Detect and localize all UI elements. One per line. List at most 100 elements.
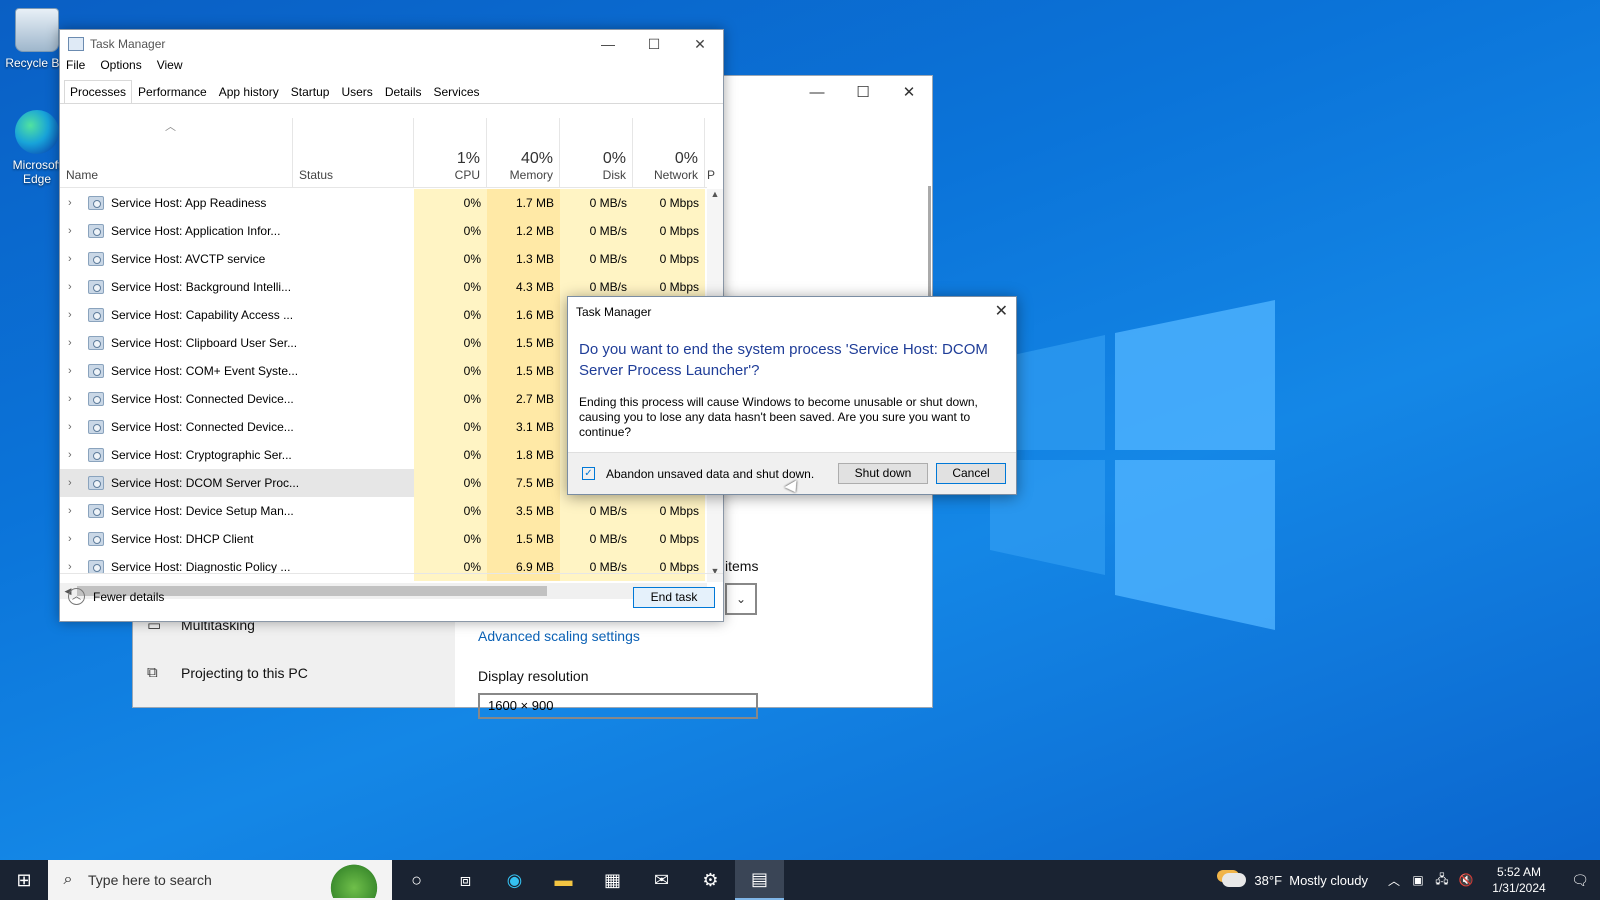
volume-muted-icon[interactable]: 🔇 <box>1454 873 1478 887</box>
close-icon[interactable]: ✕ <box>886 76 932 108</box>
search-icon: ⌕ <box>63 871 73 888</box>
process-row[interactable]: › Service Host: Device Setup Man... 0% 3.5 … <box>60 497 707 525</box>
column-power[interactable]: P <box>705 118 715 188</box>
cancel-button[interactable]: Cancel <box>936 463 1006 484</box>
chevron-right-icon[interactable]: › <box>68 273 72 301</box>
memory-cell: 1.5 MB <box>487 329 560 357</box>
memory-cell: 1.6 MB <box>487 301 560 329</box>
column-label: Disk <box>602 168 626 182</box>
memory-cell: 1.2 MB <box>487 217 560 245</box>
process-row[interactable]: › Service Host: AVCTP service 0% 1.3 MB 0 MB… <box>60 245 707 273</box>
search-box[interactable]: ⌕ Type here to search <box>48 860 392 900</box>
tab-app-history[interactable]: App history <box>213 80 285 103</box>
close-icon[interactable]: ✕ <box>995 301 1008 321</box>
disk-total: 0% <box>602 150 626 167</box>
chevron-right-icon[interactable]: › <box>68 245 72 273</box>
notification-center-icon[interactable]: 🗨 <box>1560 860 1600 900</box>
process-row[interactable]: › Service Host: Application Infor... 0% 1.2… <box>60 217 707 245</box>
chevron-up-icon[interactable]: ︿ <box>1382 872 1406 889</box>
process-name: Service Host: DCOM Server Proc... <box>111 476 300 490</box>
menu-options[interactable]: Options <box>100 58 141 78</box>
process-name: Service Host: Device Setup Man... <box>111 504 294 518</box>
chevron-right-icon[interactable]: › <box>68 497 72 525</box>
taskbar-apps: ○ ⧈ ◉ ▬ ▦ ✉ ⚙ ▤ <box>392 860 784 900</box>
process-name: Service Host: AVCTP service <box>111 252 266 266</box>
process-name: Service Host: App Readiness <box>111 196 267 210</box>
process-name-cell: › Service Host: Application Infor... <box>60 217 414 245</box>
settings-gear-icon[interactable]: ⚙ <box>686 860 735 900</box>
file-explorer-icon[interactable]: ▬ <box>539 860 588 900</box>
process-name: Service Host: Cryptographic Ser... <box>111 448 292 462</box>
close-icon[interactable]: ✕ <box>677 30 723 58</box>
tab-performance[interactable]: Performance <box>132 80 213 103</box>
column-network[interactable]: 0% Network <box>633 118 705 188</box>
shut-down-button[interactable]: Shut down <box>838 463 928 484</box>
abandon-data-checkbox[interactable]: ✓ <box>582 467 595 480</box>
chevron-right-icon[interactable]: › <box>68 189 72 217</box>
memory-cell: 2.7 MB <box>487 385 560 413</box>
scroll-up-icon[interactable]: ▲ <box>707 189 723 205</box>
chevron-right-icon[interactable]: › <box>68 329 72 357</box>
chevron-right-icon[interactable]: › <box>68 525 72 553</box>
tab-services[interactable]: Services <box>428 80 486 103</box>
chevron-right-icon[interactable]: › <box>68 385 72 413</box>
column-label: Name <box>66 168 99 182</box>
column-disk[interactable]: 0% Disk <box>560 118 633 188</box>
task-manager-taskbar-icon[interactable]: ▤ <box>735 860 784 900</box>
cpu-cell: 0% <box>414 441 487 469</box>
end-task-button[interactable]: End task <box>633 587 715 608</box>
menu-file[interactable]: File <box>66 58 85 78</box>
weather-text: 38°F Mostly cloudy <box>1254 872 1368 888</box>
meet-now-icon[interactable]: ▣ <box>1406 873 1430 887</box>
service-host-icon <box>88 336 104 350</box>
process-name: Service Host: Capability Access ... <box>111 308 294 322</box>
chevron-down-icon[interactable]: ⌄ <box>725 583 757 615</box>
chevron-right-icon[interactable]: › <box>68 217 72 245</box>
confirm-dialog[interactable]: Task Manager ✕ Do you want to end the sy… <box>567 296 1017 495</box>
process-name: Service Host: Background Intelli... <box>111 280 292 294</box>
store-icon[interactable]: ▦ <box>588 860 637 900</box>
cpu-cell: 0% <box>414 217 487 245</box>
cortana-icon[interactable]: ○ <box>392 860 441 900</box>
column-cpu[interactable]: 1% CPU <box>414 118 487 188</box>
chevron-right-icon[interactable]: › <box>68 413 72 441</box>
cpu-cell: 0% <box>414 301 487 329</box>
maximize-icon[interactable]: ☐ <box>840 76 886 108</box>
network-cell: 0 Mbps <box>633 189 705 217</box>
cpu-cell: 0% <box>414 189 487 217</box>
checkbox-label[interactable]: Abandon unsaved data and shut down. <box>606 467 814 481</box>
fewer-details-button[interactable]: ︿ Fewer details <box>68 588 164 605</box>
sort-up-icon: ︿ <box>165 121 176 133</box>
maximize-icon[interactable]: ☐ <box>631 30 677 58</box>
menu-view[interactable]: View <box>157 58 183 78</box>
chevron-right-icon[interactable]: › <box>68 301 72 329</box>
chevron-right-icon[interactable]: › <box>68 357 72 385</box>
edge-icon[interactable]: ◉ <box>490 860 539 900</box>
process-row[interactable]: › Service Host: DHCP Client 0% 1.5 MB 0 MB/s… <box>60 525 707 553</box>
task-view-icon[interactable]: ⧈ <box>441 860 490 900</box>
settings-nav-projecting[interactable]: ⧉ Projecting to this PC <box>147 664 308 681</box>
service-host-icon <box>88 252 104 266</box>
tab-users[interactable]: Users <box>335 80 378 103</box>
column-status[interactable]: Status <box>293 118 414 188</box>
network-icon[interactable]: 🖧 <box>1430 870 1454 891</box>
column-name[interactable]: ︿ Name <box>60 118 293 188</box>
minimize-icon[interactable]: — <box>585 30 631 58</box>
display-resolution-select[interactable]: 1600 × 900 <box>478 693 758 719</box>
process-row[interactable]: › Service Host: App Readiness 0% 1.7 MB 0 MB… <box>60 189 707 217</box>
chevron-right-icon[interactable]: › <box>68 469 72 497</box>
column-header-row: ︿ Name Status 1% CPU 40% Memory 0% Disk … <box>60 118 715 188</box>
minimize-icon[interactable]: — <box>794 76 840 108</box>
mail-icon[interactable]: ✉ <box>637 860 686 900</box>
advanced-scaling-link[interactable]: Advanced scaling settings <box>478 628 640 644</box>
weather-widget[interactable]: 38°F Mostly cloudy <box>1222 873 1368 888</box>
start-button[interactable]: ⊞ <box>0 860 48 900</box>
tab-startup[interactable]: Startup <box>285 80 336 103</box>
clock[interactable]: 5:52 AM 1/31/2024 <box>1486 864 1552 896</box>
tab-processes[interactable]: Processes <box>64 80 133 103</box>
process-name-cell: › Service Host: AVCTP service <box>60 245 414 273</box>
column-memory[interactable]: 40% Memory <box>487 118 560 188</box>
tab-details[interactable]: Details <box>379 80 428 103</box>
chevron-right-icon[interactable]: › <box>68 441 72 469</box>
memory-cell: 1.5 MB <box>487 357 560 385</box>
